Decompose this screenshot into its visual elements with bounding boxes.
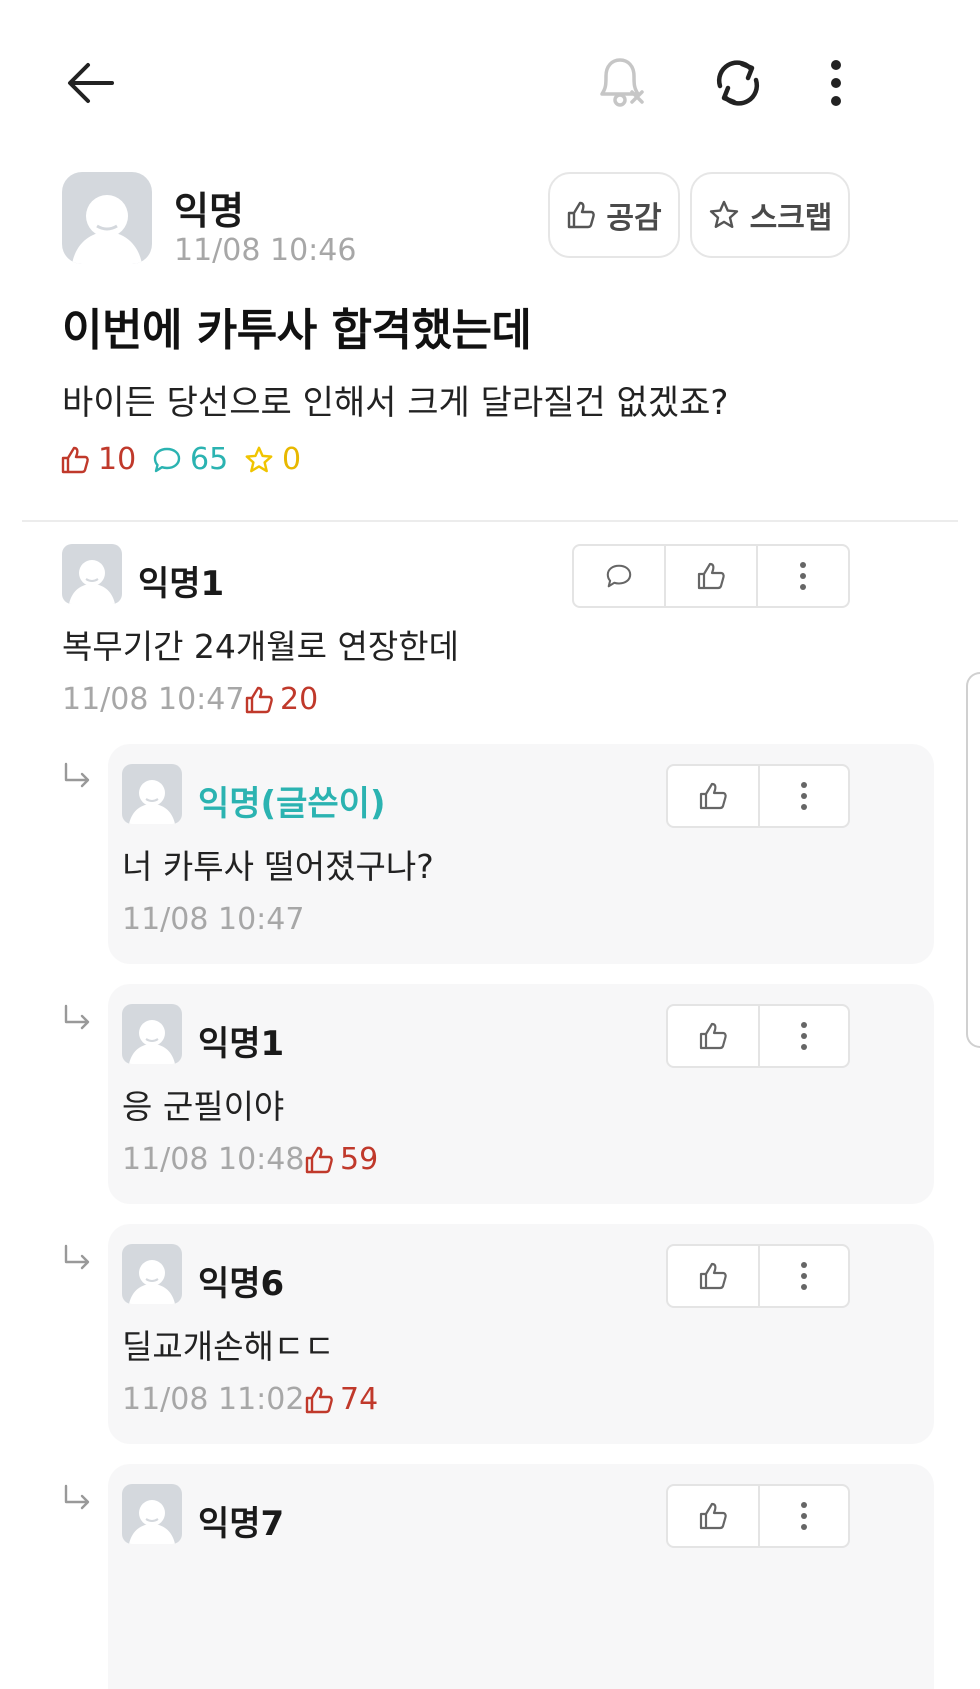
divider xyxy=(22,520,958,522)
comment-like-button[interactable] xyxy=(666,546,758,606)
reply-author: 익명1 xyxy=(198,1024,285,1064)
reply-arrow-icon xyxy=(62,762,92,792)
reply-author: 익명(글쓴이) xyxy=(198,784,386,824)
like-button-label: 공감 xyxy=(606,201,662,236)
comment-bubble-icon xyxy=(152,445,182,475)
thumbs-up-icon xyxy=(304,1145,334,1175)
comment-like-count: 20 xyxy=(244,682,318,717)
reply-button[interactable] xyxy=(574,546,666,606)
avatar xyxy=(122,1244,182,1304)
thumbs-up-icon xyxy=(698,1501,728,1531)
reply-like-button[interactable] xyxy=(668,1246,760,1306)
reply-like-count: 74 xyxy=(304,1382,378,1417)
comment-bubble-icon xyxy=(604,562,634,590)
reply-arrow-icon xyxy=(62,1244,92,1274)
avatar xyxy=(122,1004,182,1064)
thumbs-up-icon xyxy=(304,1385,334,1415)
scrap-button-label: 스크랩 xyxy=(749,201,833,236)
reply-like-count: 59 xyxy=(304,1142,378,1177)
like-button[interactable]: 공감 xyxy=(548,172,680,258)
reply-like-button[interactable] xyxy=(668,766,760,826)
thumbs-up-icon xyxy=(698,781,728,811)
comment-timestamp: 11/08 10:47 xyxy=(62,682,245,717)
reply-more-button[interactable] xyxy=(760,766,848,826)
back-arrow-icon[interactable] xyxy=(66,60,116,106)
more-vertical-icon xyxy=(800,1261,808,1291)
scroll-handle[interactable] xyxy=(966,672,980,1048)
post-title: 이번에 카투사 합격했는데 xyxy=(62,305,532,356)
reply-more-button[interactable] xyxy=(760,1006,848,1066)
comment-author: 익명1 xyxy=(138,564,225,604)
avatar xyxy=(122,1484,182,1544)
reply-timestamp: 11/08 10:48 xyxy=(122,1142,305,1177)
post-body: 바이든 당선으로 인해서 크게 달라질건 없겠죠? xyxy=(62,383,729,423)
more-vertical-icon[interactable] xyxy=(828,58,844,108)
avatar xyxy=(62,172,152,264)
post-timestamp: 11/08 10:46 xyxy=(174,233,357,268)
reply-actions xyxy=(666,1484,850,1548)
thumbs-up-icon xyxy=(698,1021,728,1051)
post-author: 익명 xyxy=(174,189,244,233)
thumbs-up-icon xyxy=(244,685,274,715)
thumbs-up-icon xyxy=(60,445,90,475)
reply-more-button[interactable] xyxy=(760,1486,848,1546)
reply-arrow-icon xyxy=(62,1004,92,1034)
reply-author: 익명6 xyxy=(198,1264,285,1304)
reply-actions xyxy=(666,764,850,828)
more-vertical-icon xyxy=(800,781,808,811)
comment-actions xyxy=(572,544,850,608)
more-vertical-icon xyxy=(799,561,807,591)
refresh-icon[interactable] xyxy=(712,56,764,110)
comment-more-button[interactable] xyxy=(758,546,848,606)
more-vertical-icon xyxy=(800,1021,808,1051)
thumbs-up-icon xyxy=(696,561,726,591)
reply-timestamp: 11/08 11:02 xyxy=(122,1382,305,1417)
reply-more-button[interactable] xyxy=(760,1246,848,1306)
reply-actions xyxy=(666,1004,850,1068)
reply-timestamp: 11/08 10:47 xyxy=(122,902,305,937)
avatar xyxy=(62,544,122,604)
bell-off-icon[interactable] xyxy=(594,54,648,110)
thumbs-up-icon xyxy=(698,1261,728,1291)
reply-text: 너 카투사 떨어졌구나? xyxy=(122,847,434,886)
avatar xyxy=(122,764,182,824)
reply-like-button[interactable] xyxy=(668,1486,760,1546)
star-icon xyxy=(244,445,274,475)
reply-text: 응 군필이야 xyxy=(122,1087,285,1126)
reply-arrow-icon xyxy=(62,1484,92,1514)
scrap-button[interactable]: 스크랩 xyxy=(690,172,850,258)
reply-actions xyxy=(666,1244,850,1308)
more-vertical-icon xyxy=(800,1501,808,1531)
post-scrap-count: 0 xyxy=(244,442,301,477)
post-like-count: 10 xyxy=(60,442,136,477)
star-icon xyxy=(708,199,740,231)
reply-author: 익명7 xyxy=(198,1504,285,1544)
reply-like-button[interactable] xyxy=(668,1006,760,1066)
comment-text: 복무기간 24개월로 연장한데 xyxy=(62,627,459,666)
thumbs-up-icon xyxy=(566,200,596,230)
post-comment-count: 65 xyxy=(152,442,228,477)
reply-text: 딜교개손해ㄷㄷ xyxy=(122,1327,335,1366)
